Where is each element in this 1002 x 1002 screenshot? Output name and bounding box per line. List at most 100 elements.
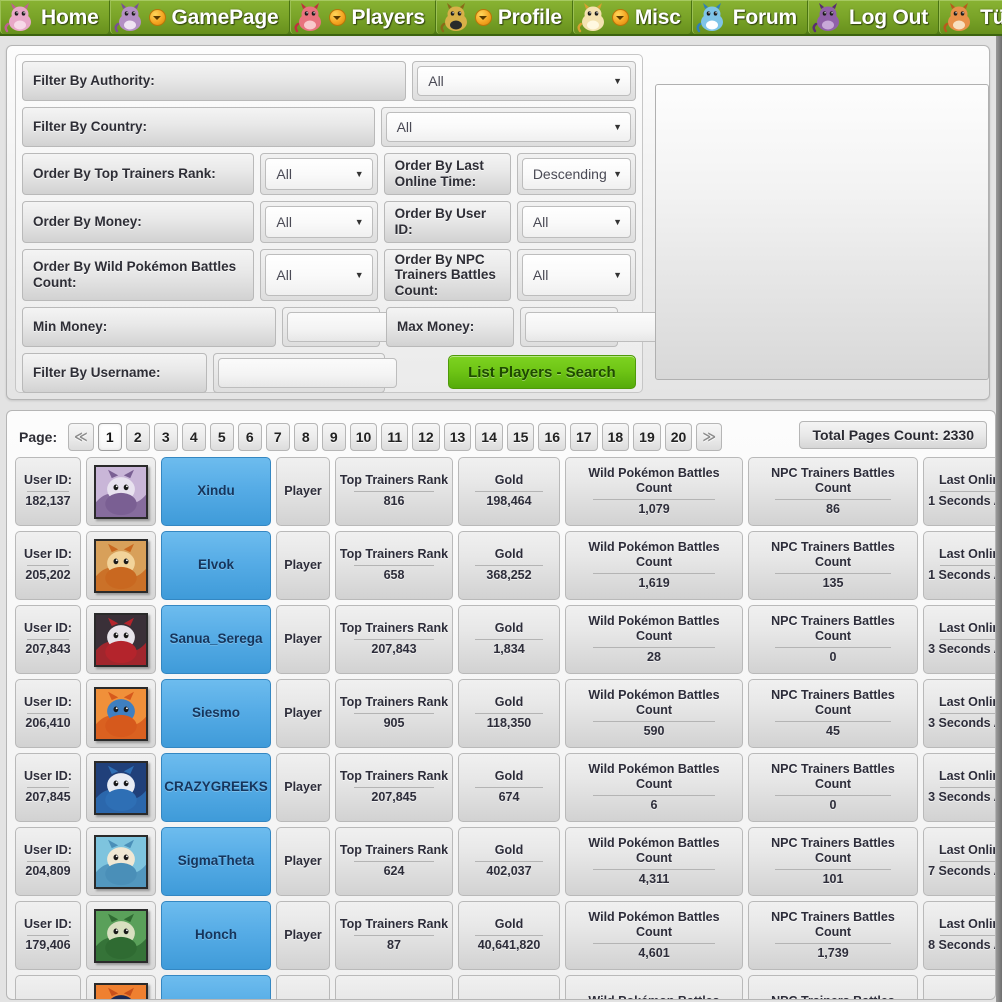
nav-item-players[interactable]: Players xyxy=(289,0,436,34)
pagination-page-14[interactable]: 14 xyxy=(475,423,503,451)
pokemon-avatar-charizard-icon xyxy=(94,686,148,741)
order-wild-battles-select-wrap[interactable]: All ▼ xyxy=(260,249,378,301)
nav-item-t-rk-e[interactable]: Türkçe xyxy=(939,0,1002,34)
user-id-label: User ID: xyxy=(24,473,72,488)
filter-authority-select[interactable]: All ▼ xyxy=(417,66,631,96)
cell-gold-label: Gold xyxy=(494,547,524,562)
min-money-input-wrap[interactable] xyxy=(282,307,466,347)
divider xyxy=(475,787,543,788)
nav-item-home[interactable]: Home xyxy=(0,0,110,34)
order-last-online-select[interactable]: Descending ▼ xyxy=(521,158,631,190)
divider xyxy=(27,491,69,492)
cell-username[interactable]: Siesmo xyxy=(161,679,271,748)
filter-username-input-wrap[interactable] xyxy=(212,353,397,393)
order-user-id-select[interactable]: All ▼ xyxy=(521,206,631,238)
cell-avatar[interactable] xyxy=(86,827,156,896)
dropdown-caret-icon[interactable] xyxy=(611,9,629,26)
order-wild-battles-select[interactable]: All ▼ xyxy=(265,254,373,296)
username-value: Xindu xyxy=(197,483,235,499)
cell-npc-battles-value: 86 xyxy=(826,501,840,516)
pokemon-sprite-yellow-bug-icon xyxy=(439,2,473,34)
pagination-page-5[interactable]: 5 xyxy=(209,423,234,451)
pagination-page-1[interactable]: 1 xyxy=(97,423,122,451)
role-value: Player xyxy=(284,779,322,794)
divider xyxy=(475,491,543,492)
cell-gold: Gold 198,464 xyxy=(458,457,560,526)
filter-username-input[interactable] xyxy=(217,358,397,388)
nav-item-gamepage[interactable]: GamePage xyxy=(109,0,290,34)
cell-last-online: Last Online 3 Seconds Ago xyxy=(923,753,995,822)
filter-country-select[interactable]: All ▼ xyxy=(385,112,631,142)
cell-last-online: Last Online 1 Seconds Ago xyxy=(923,457,995,526)
filter-authority-select-wrap[interactable]: All ▼ xyxy=(412,61,636,101)
pagination-page-7[interactable]: 7 xyxy=(265,423,290,451)
nav-item-misc[interactable]: Misc xyxy=(572,0,692,34)
cell-username[interactable]: Xindu xyxy=(161,457,271,526)
pagination-page-12[interactable]: 12 xyxy=(412,423,440,451)
cell-avatar[interactable] xyxy=(86,605,156,674)
cell-avatar[interactable] xyxy=(86,679,156,748)
cell-username[interactable]: Honch xyxy=(161,901,271,970)
order-npc-battles-select-wrap[interactable]: All ▼ xyxy=(516,249,636,301)
max-money-input-wrap[interactable] xyxy=(520,307,704,347)
cell-username[interactable]: Elvok xyxy=(161,531,271,600)
cell-gold-label: Gold xyxy=(494,621,524,636)
dropdown-caret-icon[interactable] xyxy=(474,9,492,26)
nav-item-forum[interactable]: Forum xyxy=(691,0,809,34)
cell-top-trainers-rank: Top Trainers Rank 87 xyxy=(335,901,453,970)
pagination-last-button[interactable]: ≫ xyxy=(696,423,722,451)
pagination-page-19[interactable]: 19 xyxy=(633,423,661,451)
username-value: SigmaTheta xyxy=(177,853,255,869)
cell-username[interactable] xyxy=(161,975,271,999)
order-last-online-select-wrap[interactable]: Descending ▼ xyxy=(516,153,636,195)
cell-last-online-label: Last Online xyxy=(938,547,995,562)
pagination-page-3[interactable]: 3 xyxy=(153,423,178,451)
page-scrollbar-edge[interactable] xyxy=(996,36,1002,1002)
pagination-page-8[interactable]: 8 xyxy=(293,423,318,451)
cell-username[interactable]: CRAZYGREEKS xyxy=(161,753,271,822)
cell-avatar[interactable] xyxy=(86,531,156,600)
list-players-search-button[interactable]: List Players - Search xyxy=(447,355,637,389)
pagination-page-15[interactable]: 15 xyxy=(506,423,535,451)
filter-panel: Filter By Authority: All ▼ Filter By Cou… xyxy=(6,45,990,441)
pagination-page-18[interactable]: 18 xyxy=(601,423,630,451)
filter-country-select-wrap[interactable]: All ▼ xyxy=(380,107,636,147)
nav-item-log-out[interactable]: Log Out xyxy=(808,0,940,34)
cell-avatar[interactable] xyxy=(86,975,156,999)
cell-avatar[interactable] xyxy=(86,753,156,822)
cell-username[interactable]: SigmaTheta xyxy=(161,827,271,896)
username-value: Honch xyxy=(195,927,237,943)
cell-last-online-value: 1 Seconds Ago xyxy=(928,494,995,508)
user-id-label: User ID: xyxy=(24,843,72,858)
pagination-page-10[interactable]: 10 xyxy=(349,423,378,451)
cell-npc-battles: NPC Trainers Battles Count 101 xyxy=(748,827,918,896)
order-money-select-wrap[interactable]: All ▼ xyxy=(260,201,378,243)
dropdown-caret-icon[interactable] xyxy=(328,9,346,26)
cell-avatar[interactable] xyxy=(86,457,156,526)
pagination-page-11[interactable]: 11 xyxy=(381,423,409,451)
pagination-page-9[interactable]: 9 xyxy=(321,423,346,451)
nav-item-profile[interactable]: Profile xyxy=(435,0,573,34)
pagination-first-button[interactable]: ≪ xyxy=(68,423,94,451)
order-npc-battles-select[interactable]: All ▼ xyxy=(521,254,631,296)
order-user-id-select-wrap[interactable]: All ▼ xyxy=(516,201,636,243)
pagination-page-2[interactable]: 2 xyxy=(125,423,150,451)
dropdown-caret-icon[interactable] xyxy=(148,9,166,26)
pagination-page-6[interactable]: 6 xyxy=(237,423,262,451)
pagination-page-16[interactable]: 16 xyxy=(538,423,567,451)
chevron-down-icon: ▼ xyxy=(613,76,622,86)
pagination-page-4[interactable]: 4 xyxy=(181,423,206,451)
pagination-page-13[interactable]: 13 xyxy=(443,423,472,451)
cell-npc-battles-value: 101 xyxy=(822,871,844,886)
order-top-trainers-rank-select-wrap[interactable]: All ▼ xyxy=(260,153,378,195)
cell-gold-value: 1,834 xyxy=(493,642,525,656)
cell-username[interactable]: Sanua_Serega xyxy=(161,605,271,674)
pagination-page-20[interactable]: 20 xyxy=(664,423,693,451)
cell-last-online-value: 8 Seconds Ago xyxy=(928,938,995,952)
order-top-trainers-rank-select[interactable]: All ▼ xyxy=(265,158,373,190)
pagination-page-17[interactable]: 17 xyxy=(570,423,598,451)
divider xyxy=(592,794,716,796)
order-money-select[interactable]: All ▼ xyxy=(265,206,373,238)
cell-avatar[interactable] xyxy=(86,901,156,970)
cell-wild-battles-label: Wild Pokémon Battles Count xyxy=(588,761,720,792)
